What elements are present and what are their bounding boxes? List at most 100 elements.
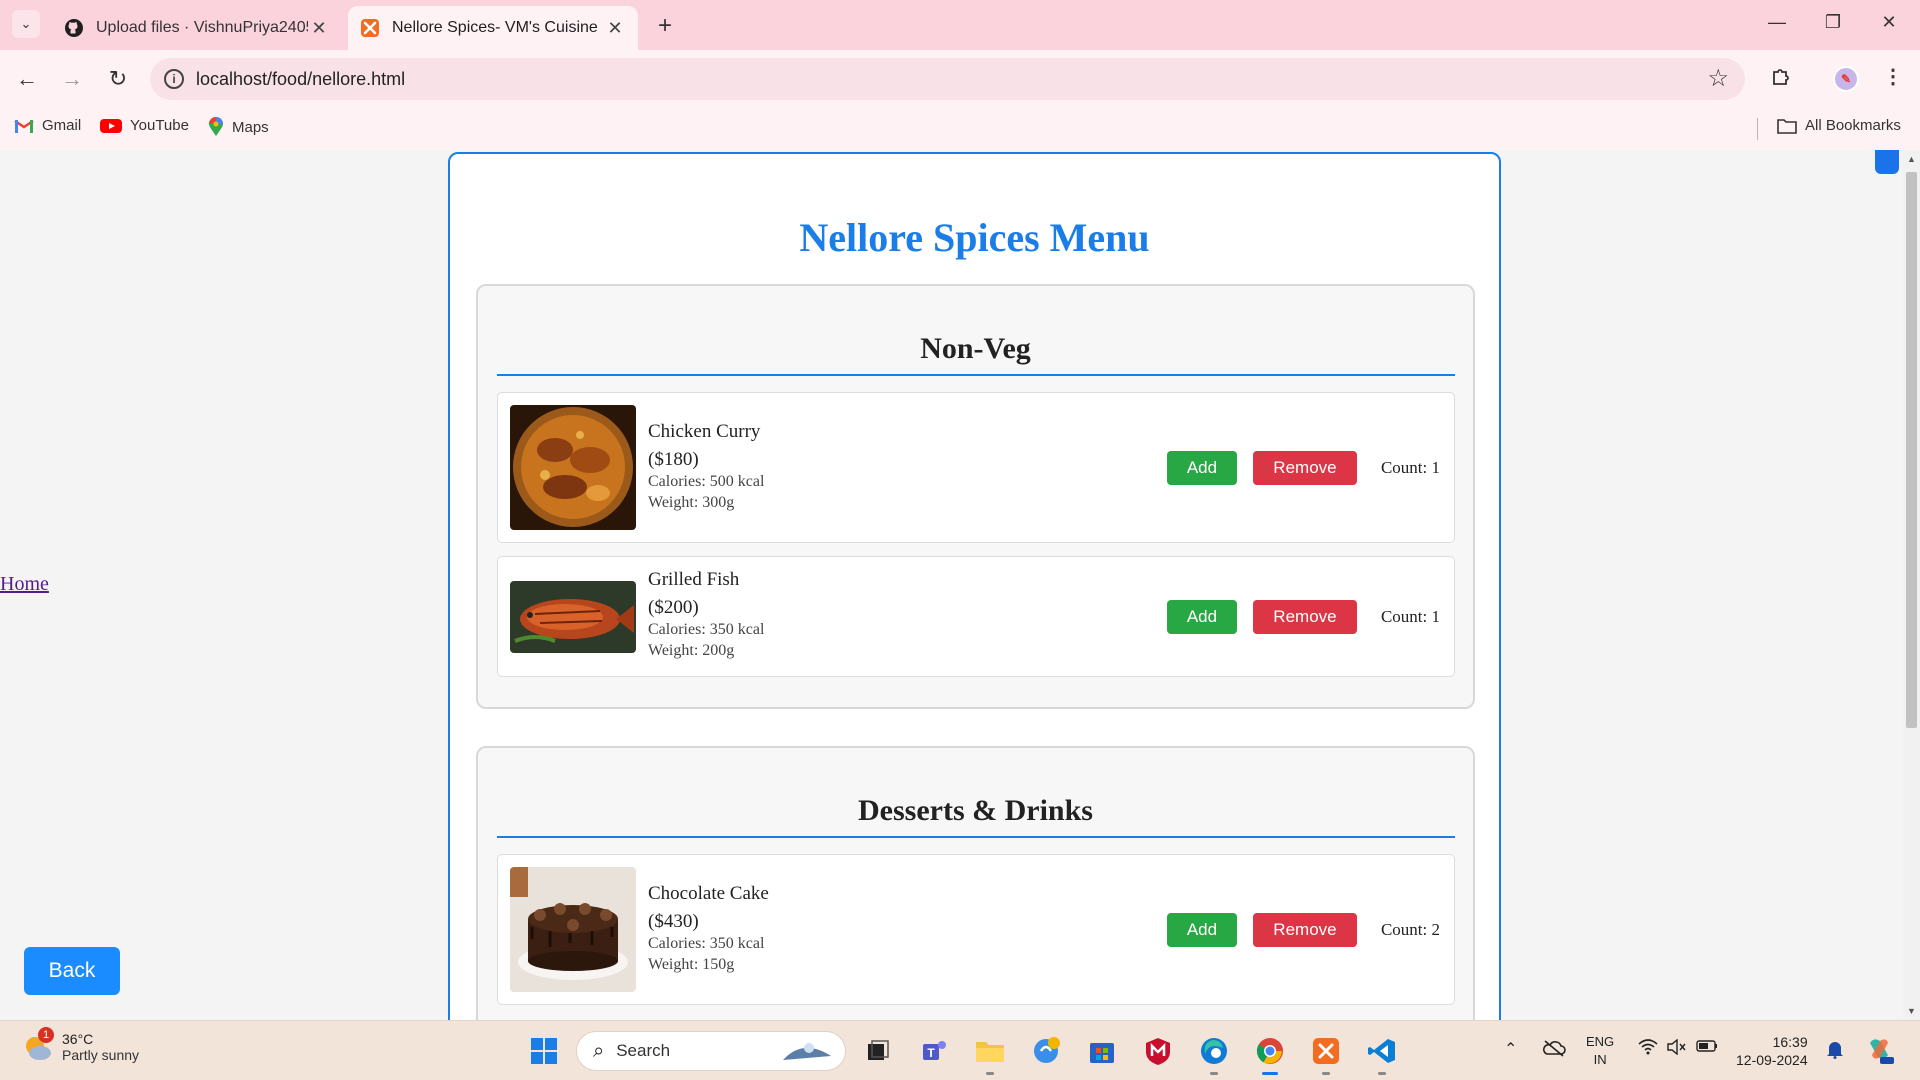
page-scrollbar[interactable]: ▲ ▼ xyxy=(1903,150,1920,1020)
bookmark-gmail[interactable]: Gmail xyxy=(14,117,81,134)
edge-beta-icon[interactable] xyxy=(1028,1033,1064,1069)
menu-item-grilled-fish: Grilled Fish ($200) Calories: 350 kcal W… xyxy=(497,556,1455,677)
tab-upload-files[interactable]: Upload files · VishnuPriya2405/ ✕ xyxy=(52,6,342,50)
vscode-icon[interactable] xyxy=(1364,1033,1400,1075)
search-label: Search xyxy=(616,1041,671,1060)
address-bar[interactable]: i localhost/food/nellore.html ☆ xyxy=(150,58,1745,100)
item-price: ($200) xyxy=(648,597,699,618)
close-window-icon[interactable]: ✕ xyxy=(1874,12,1904,33)
site-info-icon[interactable]: i xyxy=(164,69,184,89)
browser-toolbar: ← → ↻ i localhost/food/nellore.html ☆ ✎ … xyxy=(0,50,1920,108)
grilled-fish-image xyxy=(510,581,636,653)
microsoft-store-icon[interactable] xyxy=(1084,1033,1120,1069)
system-clock[interactable]: 16:39 12-09-2024 xyxy=(1736,1033,1808,1069)
tab-title: Upload files · VishnuPriya2405/ xyxy=(96,19,308,36)
language-code: ENG xyxy=(1586,1034,1615,1049)
item-name: Chicken Curry xyxy=(648,421,761,442)
scroll-down-icon[interactable]: ▼ xyxy=(1903,1006,1920,1016)
item-name: Grilled Fish xyxy=(648,569,740,590)
url-text[interactable]: localhost/food/nellore.html xyxy=(196,69,405,90)
close-tab-icon[interactable]: ✕ xyxy=(604,18,626,39)
chocolate-cake-image xyxy=(510,867,636,992)
tab-search-button[interactable]: ⌄ xyxy=(12,10,40,38)
add-button[interactable]: Add xyxy=(1166,913,1237,947)
extensions-icon[interactable] xyxy=(1767,64,1797,94)
folder-icon xyxy=(1777,118,1797,134)
taskbar-search-box[interactable]: ⌕ Search xyxy=(576,1031,846,1071)
section-divider xyxy=(497,374,1455,376)
wifi-icon[interactable] xyxy=(1638,1039,1658,1060)
region-code: IN xyxy=(1593,1052,1607,1067)
back-button[interactable]: Back xyxy=(24,947,120,995)
language-indicator[interactable]: ENG IN xyxy=(1586,1033,1614,1069)
notifications-bell-icon[interactable] xyxy=(1826,1039,1844,1064)
profile-avatar[interactable]: ✎ xyxy=(1833,66,1859,92)
weather-condition: Partly sunny xyxy=(62,1047,140,1063)
copilot-icon[interactable] xyxy=(1864,1035,1894,1070)
section-divider xyxy=(497,836,1455,838)
running-indicator xyxy=(1210,1072,1218,1075)
edge-icon[interactable] xyxy=(1196,1033,1232,1075)
add-button[interactable]: Add xyxy=(1166,451,1237,485)
item-calories: Calories: 500 kcal xyxy=(648,473,765,490)
reload-icon[interactable]: ↻ xyxy=(103,64,133,94)
running-indicator xyxy=(1378,1072,1386,1075)
all-bookmarks-button[interactable]: All Bookmarks xyxy=(1777,117,1901,134)
restore-icon[interactable]: ❐ xyxy=(1818,12,1848,33)
weather-widget[interactable]: 1 36°C Partly sunny xyxy=(22,1027,140,1063)
tab-title: Nellore Spices- VM's Cuisine xyxy=(392,19,598,36)
bookmark-maps[interactable]: Maps xyxy=(208,117,269,137)
running-indicator xyxy=(986,1072,994,1075)
bookmark-label: Maps xyxy=(232,118,269,136)
item-actions: Add Remove Count: 2 xyxy=(1166,913,1440,947)
bookmark-star-icon[interactable]: ☆ xyxy=(1707,64,1729,93)
scrollbar-thumb[interactable] xyxy=(1906,172,1917,728)
running-indicator xyxy=(1322,1072,1330,1075)
weather-temperature: 36°C xyxy=(62,1031,94,1047)
tab-nellore-spices[interactable]: Nellore Spices- VM's Cuisine ✕ xyxy=(348,6,638,50)
item-price: ($180) xyxy=(648,449,699,470)
clock-time: 16:39 xyxy=(1772,1034,1808,1050)
minimize-icon[interactable]: — xyxy=(1762,12,1792,33)
onedrive-offline-icon[interactable] xyxy=(1542,1039,1566,1062)
item-actions: Add Remove Count: 1 xyxy=(1166,451,1440,485)
svg-text:T: T xyxy=(927,1046,935,1060)
mcafee-icon[interactable] xyxy=(1140,1033,1176,1069)
add-button[interactable]: Add xyxy=(1166,600,1237,634)
item-calories: Calories: 350 kcal xyxy=(648,621,765,638)
task-view-icon[interactable] xyxy=(860,1033,896,1069)
back-arrow-icon[interactable]: ← xyxy=(12,64,42,94)
section-desserts-drinks: Desserts & Drinks Chocolate Cake ($430) … xyxy=(476,746,1475,1020)
volume-muted-icon[interactable] xyxy=(1666,1038,1686,1060)
xampp-icon xyxy=(360,18,380,38)
scroll-up-icon[interactable]: ▲ xyxy=(1903,154,1920,164)
forward-arrow-icon[interactable]: → xyxy=(57,64,87,94)
chicken-curry-image xyxy=(510,405,636,530)
remove-button[interactable]: Remove xyxy=(1252,451,1357,485)
teams-icon[interactable]: T xyxy=(916,1033,952,1069)
bookmark-youtube[interactable]: YouTube xyxy=(100,117,189,134)
item-actions: Add Remove Count: 1 xyxy=(1166,600,1440,634)
maps-icon xyxy=(208,117,224,137)
youtube-icon xyxy=(100,118,122,134)
show-hidden-icons[interactable]: ⌃ xyxy=(1504,1039,1517,1059)
battery-icon[interactable] xyxy=(1696,1039,1718,1058)
xampp-taskbar-icon[interactable] xyxy=(1308,1033,1344,1075)
search-icon: ⌕ xyxy=(593,1039,605,1062)
browser-menu-icon[interactable]: ⋮ xyxy=(1878,64,1908,94)
item-name: Chocolate Cake xyxy=(648,883,769,904)
file-explorer-icon[interactable] xyxy=(972,1033,1008,1075)
partly-sunny-icon: 1 xyxy=(22,1027,54,1063)
remove-button[interactable]: Remove xyxy=(1252,913,1357,947)
home-link[interactable]: Home xyxy=(0,573,49,596)
menu-container: Nellore Spices Menu Non-Veg Chicken Curr… xyxy=(448,152,1501,1020)
remove-button[interactable]: Remove xyxy=(1252,600,1357,634)
weather-alert-badge: 1 xyxy=(38,1027,54,1043)
new-tab-icon[interactable]: + xyxy=(652,12,678,40)
item-weight: Weight: 200g xyxy=(648,642,735,659)
close-tab-icon[interactable]: ✕ xyxy=(308,18,330,39)
chrome-icon[interactable] xyxy=(1252,1033,1288,1075)
windows-start-icon[interactable] xyxy=(526,1033,562,1069)
item-count: Count: 1 xyxy=(1380,458,1440,477)
item-details: Chocolate Cake ($430) Calories: 350 kcal… xyxy=(648,883,769,975)
